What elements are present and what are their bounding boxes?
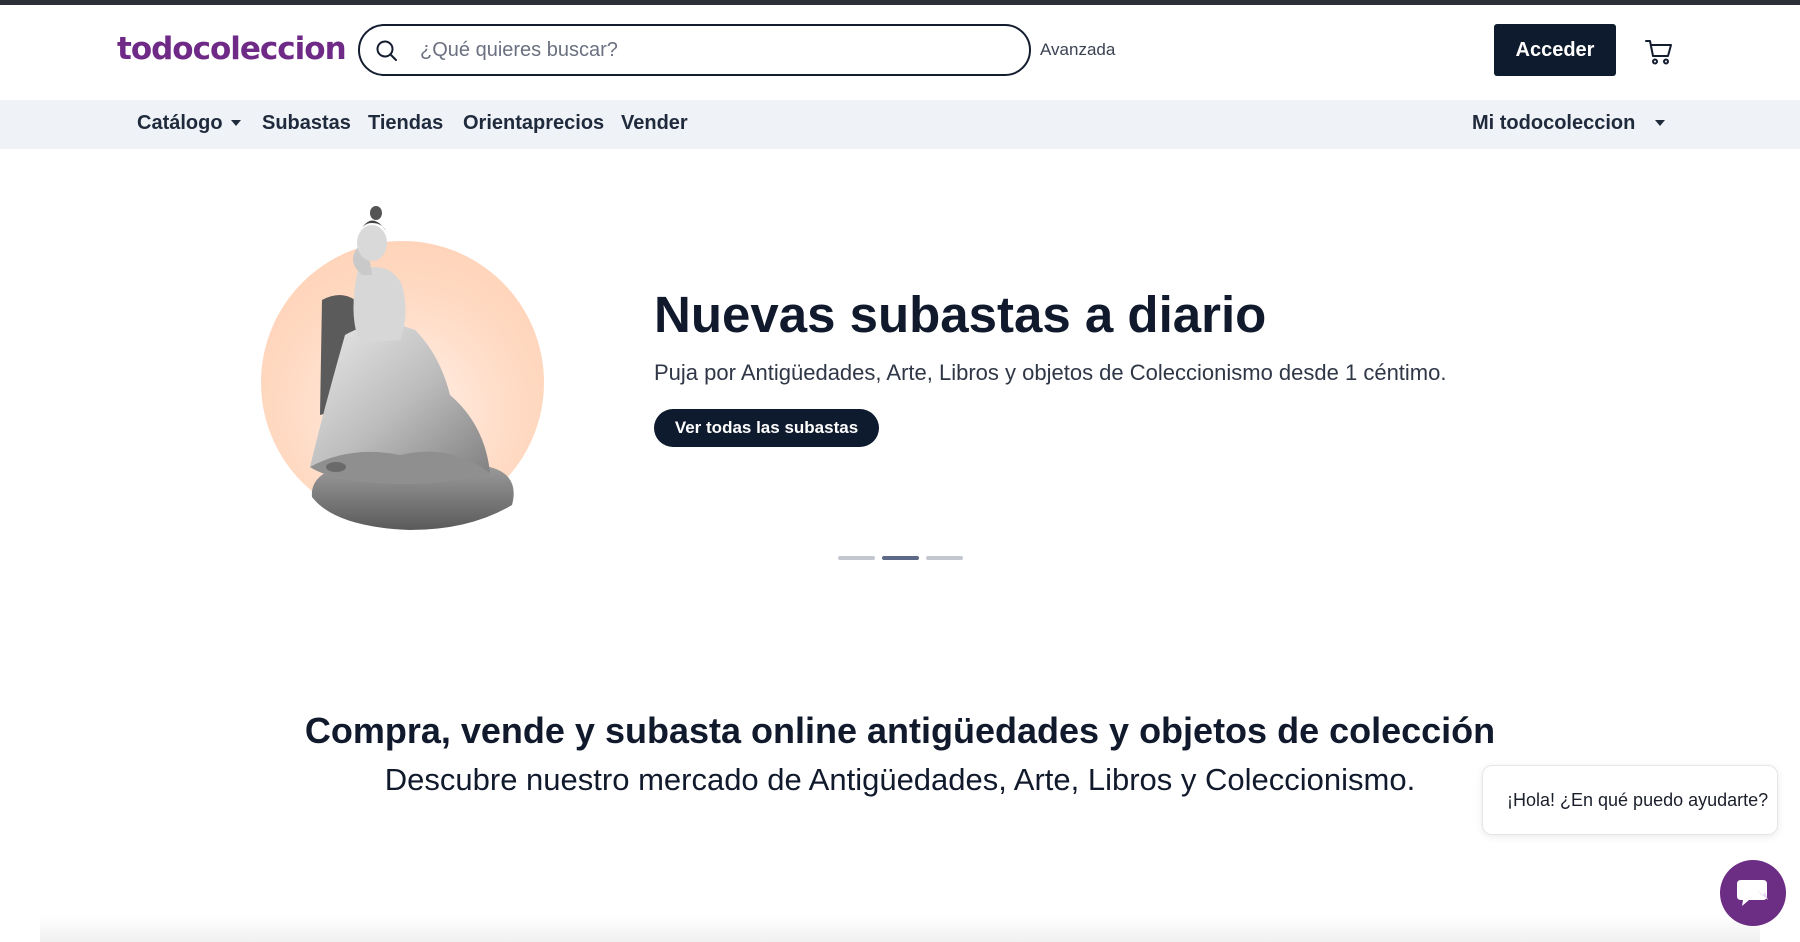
login-button[interactable]: Acceder: [1494, 24, 1616, 76]
carousel-dot-3[interactable]: [926, 556, 963, 560]
search-box[interactable]: [358, 24, 1031, 76]
cart-icon[interactable]: [1644, 37, 1674, 67]
search-icon[interactable]: [374, 38, 400, 64]
nav-item-catalogo[interactable]: Catálogo: [137, 112, 241, 135]
chat-icon: [1737, 880, 1768, 906]
chat-greeting-text: ¡Hola! ¿En qué puedo ayudarte?: [1507, 790, 1769, 810]
nav-item-label: Catálogo: [137, 112, 223, 134]
caret-down-icon: [230, 120, 241, 126]
site-header: todocoleccion Avanzada Acceder: [0, 5, 1800, 100]
nav-item-orientaprecios[interactable]: Orientaprecios: [463, 112, 604, 135]
main-nav: Catálogo Subastas Tiendas Orientaprecios…: [0, 100, 1800, 149]
carousel-dot-2[interactable]: [882, 556, 919, 560]
chat-greeting-bubble[interactable]: ¡Hola! ¿En qué puedo ayudarte?: [1482, 765, 1778, 835]
search-input[interactable]: [420, 34, 1010, 66]
account-menu-label: Mi todocoleccion: [1472, 112, 1636, 134]
caret-down-icon: [1655, 120, 1666, 126]
view-auctions-button[interactable]: Ver todas las subastas: [654, 409, 879, 447]
nav-item-subastas[interactable]: Subastas: [262, 112, 351, 135]
hero-title: Nuevas subastas a diario: [654, 286, 1267, 343]
next-section-edge: [40, 915, 1760, 942]
nav-item-tiendas[interactable]: Tiendas: [368, 112, 443, 135]
site-logo[interactable]: todocoleccion: [117, 31, 347, 67]
advanced-search-link[interactable]: Avanzada: [1040, 40, 1115, 60]
nav-item-vender[interactable]: Vender: [621, 112, 688, 135]
hero-subtitle: Puja por Antigüedades, Arte, Libros y ob…: [654, 360, 1447, 385]
section-title: Compra, vende y subasta online antigüeda…: [304, 710, 1496, 751]
figurine-image: [310, 206, 514, 530]
carousel-dot-1[interactable]: [838, 556, 875, 560]
account-menu[interactable]: Mi todocoleccion: [1472, 112, 1666, 135]
